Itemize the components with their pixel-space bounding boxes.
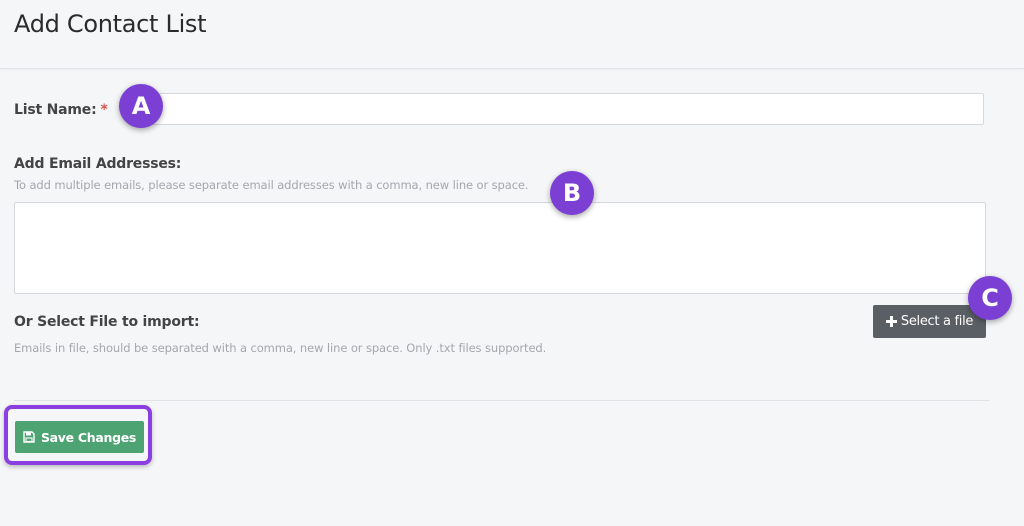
file-import-hint: Emails in file, should be separated with… [14, 341, 547, 355]
floppy-disk-icon [23, 431, 35, 443]
annotation-marker-b: B [550, 171, 594, 215]
page-title: Add Contact List [14, 10, 207, 38]
emails-textarea[interactable] [14, 202, 986, 294]
select-file-button[interactable]: Select a file [873, 305, 986, 338]
emails-hint: To add multiple emails, please separate … [14, 178, 529, 192]
save-changes-button[interactable]: Save Changes [15, 421, 144, 453]
save-changes-label: Save Changes [40, 429, 137, 445]
list-name-input[interactable] [152, 93, 984, 125]
annotation-marker-c: C [968, 276, 1012, 320]
select-file-label: Select a file [900, 314, 974, 329]
list-name-label-text: List Name: [14, 102, 97, 118]
emails-label: Add Email Addresses: [14, 156, 182, 172]
plus-icon [885, 316, 897, 327]
page-header: Add Contact List [0, 0, 1024, 69]
list-name-label: List Name: * [14, 102, 108, 118]
form-divider [14, 400, 990, 401]
required-asterisk: * [100, 102, 108, 118]
file-import-label: Or Select File to import: [14, 314, 200, 330]
annotation-marker-a: A [119, 84, 163, 128]
